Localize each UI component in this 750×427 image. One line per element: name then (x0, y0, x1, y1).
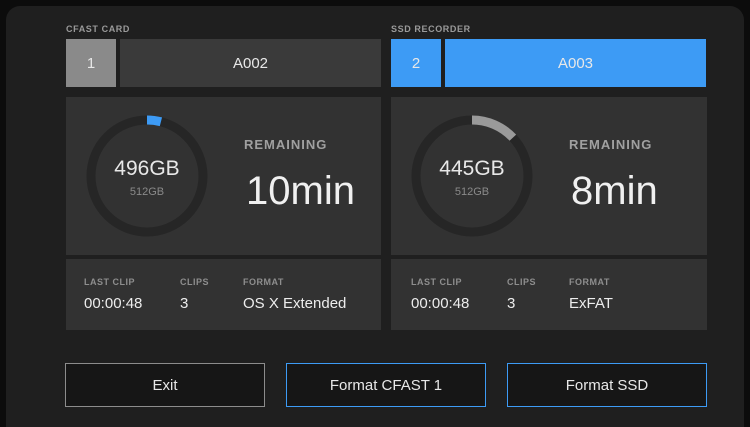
cfast-format-value: OS X Extended (243, 295, 347, 312)
ssd-section-label: SSD RECORDER (391, 24, 471, 34)
ssd-capacity-ring: 445GB 512GB (410, 114, 534, 238)
ssd-format-label: FORMAT (569, 277, 610, 287)
cfast-slot-number[interactable]: 1 (66, 39, 116, 87)
ssd-clips-label: CLIPS (507, 277, 537, 287)
ssd-clips-value: 3 (507, 295, 516, 312)
cfast-capacity-panel: 496GB 512GB REMAINING 10min (66, 97, 381, 255)
ssd-last-clip-value: 00:00:48 (411, 295, 470, 312)
cfast-clips-value: 3 (180, 295, 189, 312)
ssd-info-panel: LAST CLIP 00:00:48 CLIPS 3 FORMAT ExFAT (391, 259, 707, 330)
cfast-clips-label: CLIPS (180, 277, 210, 287)
cfast-format-label: FORMAT (243, 277, 284, 287)
ssd-slot-number[interactable]: 2 (391, 39, 441, 87)
format-cfast-button[interactable]: Format CFAST 1 (286, 363, 486, 407)
cfast-last-clip-label: LAST CLIP (84, 277, 135, 287)
cfast-remaining-value: 10min (246, 169, 355, 213)
ssd-capacity-panel: 445GB 512GB REMAINING 8min (391, 97, 707, 255)
cfast-info-panel: LAST CLIP 00:00:48 CLIPS 3 FORMAT OS X E… (66, 259, 381, 330)
cfast-clip-name[interactable]: A002 (120, 39, 381, 87)
cfast-capacity-free: 496GB (114, 157, 180, 180)
media-screen: CFAST CARD 1 A002 496GB 512GB REMAINING … (6, 6, 744, 427)
ssd-slot-row[interactable]: 2 A003 (391, 39, 706, 87)
cfast-section-label: CFAST CARD (66, 24, 130, 34)
ssd-capacity-free: 445GB (439, 157, 505, 180)
ssd-clip-name[interactable]: A003 (445, 39, 706, 87)
cfast-last-clip-value: 00:00:48 (84, 295, 143, 312)
ssd-last-clip-label: LAST CLIP (411, 277, 462, 287)
cfast-remaining-label: REMAINING (244, 137, 328, 152)
cfast-capacity-ring: 496GB 512GB (85, 114, 209, 238)
ssd-remaining-label: REMAINING (569, 137, 653, 152)
ssd-capacity-total: 512GB (454, 186, 490, 198)
format-ssd-button[interactable]: Format SSD (507, 363, 707, 407)
exit-button[interactable]: Exit (65, 363, 265, 407)
cfast-capacity-total: 512GB (129, 186, 165, 198)
ssd-remaining-value: 8min (571, 169, 658, 213)
cfast-slot-row[interactable]: 1 A002 (66, 39, 381, 87)
ssd-format-value: ExFAT (569, 295, 613, 312)
